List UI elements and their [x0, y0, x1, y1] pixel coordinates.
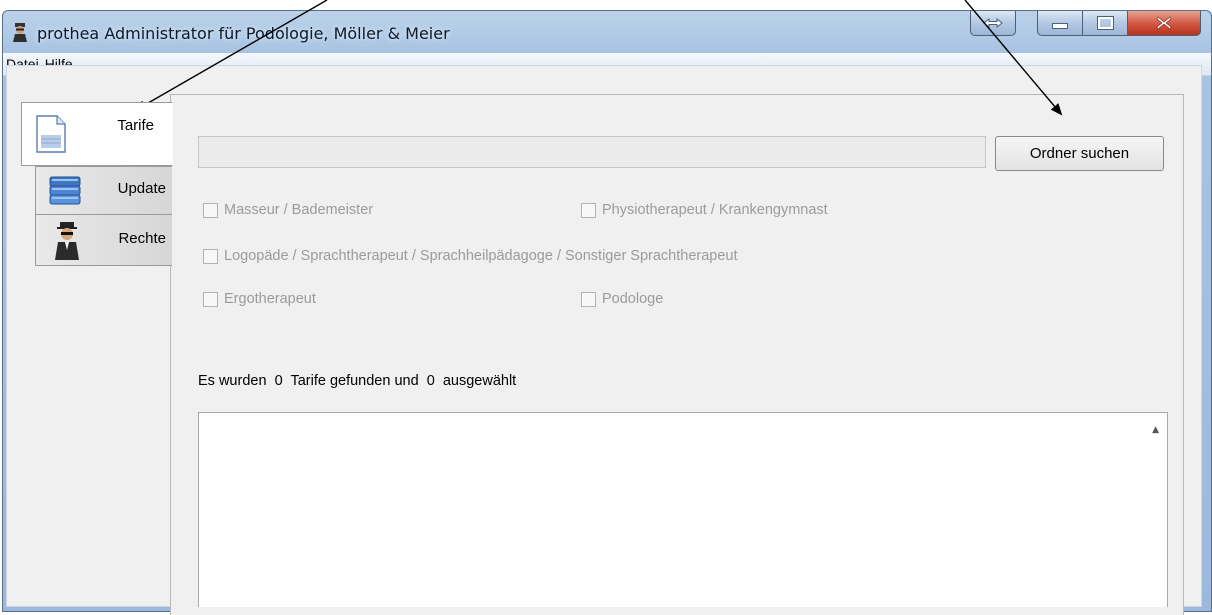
checkbox-box[interactable] — [581, 291, 596, 307]
swap-arrows-icon — [983, 17, 1003, 29]
window-title: prothea Administrator für Podologie, Möl… — [37, 24, 450, 43]
checkbox-box[interactable] — [203, 202, 218, 218]
tab-rechte-label: Rechte — [118, 230, 166, 247]
found-count: 0 — [274, 373, 283, 389]
checkbox-box[interactable] — [203, 291, 218, 307]
checkbox-label: Ergotherapeut — [224, 291, 316, 307]
close-button[interactable] — [1127, 11, 1201, 36]
agent-icon — [55, 222, 79, 260]
agent-app-icon — [13, 23, 27, 42]
tab-update[interactable]: Update — [35, 166, 172, 216]
folder-path-input[interactable] — [198, 136, 986, 168]
tariff-status-line: Es wurden 0 Tarife gefunden und 0 ausgew… — [198, 373, 516, 389]
maximize-button[interactable] — [1082, 11, 1128, 36]
document-icon — [36, 115, 66, 153]
database-icon — [49, 176, 81, 205]
checkbox-ergotherapeut[interactable]: Ergotherapeut — [203, 291, 316, 307]
minimize-button[interactable] — [1037, 11, 1083, 36]
tab-tarife-label: Tarife — [117, 117, 154, 134]
close-icon — [1156, 16, 1172, 30]
status-suffix: ausgewählt — [438, 373, 517, 389]
tariff-list[interactable]: ▲ — [198, 412, 1168, 607]
checkbox-physio[interactable]: Physiotherapeut / Krankengymnast — [581, 202, 828, 218]
checkbox-box[interactable] — [581, 202, 596, 218]
status-middle: Tarife gefunden und — [286, 373, 423, 389]
checkbox-podologe[interactable]: Podologe — [581, 291, 663, 307]
checkbox-label: Masseur / Bademeister — [224, 202, 374, 218]
selected-count: 0 — [426, 373, 435, 389]
switch-window-button[interactable] — [970, 11, 1016, 36]
tab-rechte[interactable]: Rechte — [35, 214, 172, 266]
status-prefix: Es wurden — [198, 373, 271, 389]
minimize-icon — [1052, 23, 1068, 29]
tab-update-label: Update — [117, 180, 166, 197]
title-bar[interactable]: prothea Administrator für Podologie, Möl… — [3, 11, 1211, 53]
checkbox-logopaede[interactable]: Logopäde / Sprachtherapeut / Sprachheilp… — [203, 248, 738, 264]
checkbox-box[interactable] — [203, 248, 218, 264]
checkbox-label: Logopäde / Sprachtherapeut / Sprachheilp… — [224, 248, 738, 264]
folder-search-button[interactable]: Ordner suchen — [995, 136, 1164, 171]
checkbox-label: Podologe — [602, 291, 664, 307]
maximize-icon — [1096, 16, 1114, 30]
scroll-up-arrow-icon[interactable]: ▲ — [1152, 425, 1159, 435]
checkbox-masseur[interactable]: Masseur / Bademeister — [203, 202, 373, 218]
checkbox-label: Physiotherapeut / Krankengymnast — [602, 202, 828, 218]
tab-tarife[interactable]: Tarife — [21, 102, 173, 166]
